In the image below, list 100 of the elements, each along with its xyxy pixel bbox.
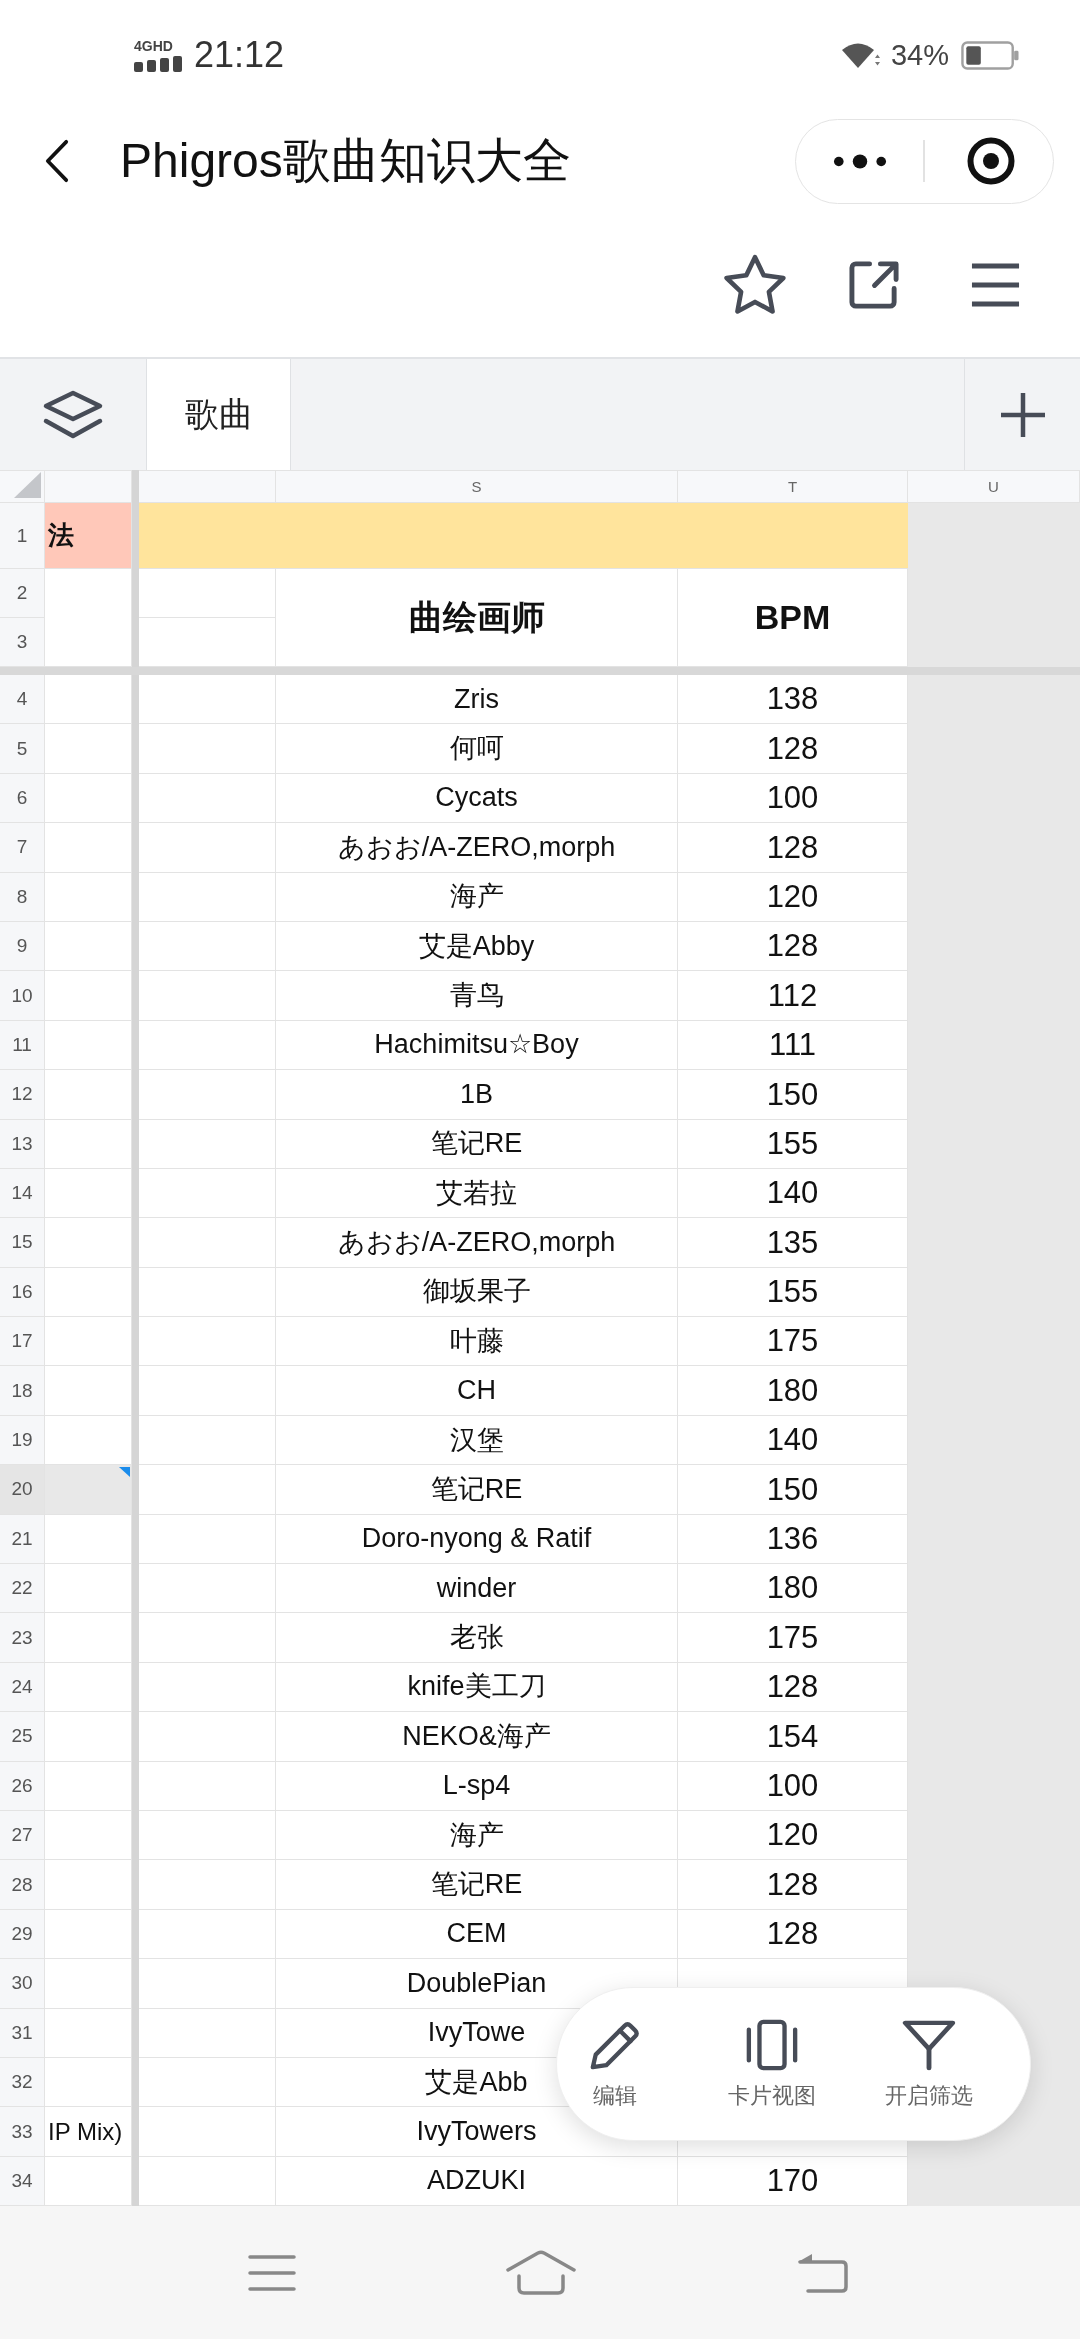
row-header: 11 [0, 1020, 45, 1071]
bpm-value: 175 [766, 1619, 819, 1656]
table-cell: IP Mix) [45, 2107, 132, 2157]
row-header: 32 [0, 2057, 45, 2108]
bpm-value: 128 [766, 829, 819, 866]
signal-icon [134, 54, 182, 72]
illustrator-name: ADZUKI [427, 2165, 526, 2197]
bpm-value: 155 [766, 1125, 819, 1162]
row-header: 26 [0, 1761, 45, 1811]
column-heading: 曲绘画师 [408, 596, 545, 638]
row-header: 2 [0, 569, 45, 618]
filter-button[interactable]: 开启筛选 [879, 2019, 979, 2109]
bpm-value: 100 [766, 780, 819, 816]
illustrator-name: Zris [454, 683, 499, 715]
ring-dot-icon[interactable] [966, 137, 1015, 185]
edit-button[interactable]: 编辑 [565, 2019, 665, 2109]
bpm-value: 138 [766, 681, 819, 717]
row-header: 21 [0, 1514, 45, 1565]
funnel-icon [902, 2019, 956, 2071]
illustrator-name: 汉堡 [449, 1424, 504, 1456]
row-header: 10 [0, 971, 45, 1021]
column-heading: BPM [754, 598, 831, 637]
row-header: 13 [0, 1119, 45, 1169]
row-header: 7 [0, 823, 45, 873]
row-header: 9 [0, 921, 45, 972]
row-header: 12 [0, 1070, 45, 1120]
column-header: T [678, 470, 908, 503]
illustrator-name: 艾若拉 [436, 1177, 517, 1209]
row-header: 17 [0, 1317, 45, 1367]
battery-percentage: 34% [890, 40, 949, 70]
illustrator-name: 叶藤 [449, 1325, 504, 1357]
row-header: 25 [0, 1712, 45, 1762]
bpm-value: 140 [766, 1175, 819, 1211]
home-icon[interactable] [505, 2249, 577, 2296]
row-header: 28 [0, 1860, 45, 1910]
bpm-value: 154 [766, 1718, 819, 1755]
illustrator-name: 1B [460, 1078, 493, 1110]
row-header: 8 [0, 872, 45, 922]
pencil-icon [588, 2019, 642, 2071]
row-header: 31 [0, 2008, 45, 2058]
row-header: 30 [0, 1959, 45, 2009]
bpm-value: 120 [766, 878, 819, 915]
bpm-value: 136 [766, 1521, 819, 1557]
row-header: 24 [0, 1662, 45, 1713]
illustrator-name: IvyTowe [427, 2017, 526, 2049]
bpm-value: 128 [766, 928, 819, 964]
table-cell: 法 [45, 503, 132, 569]
row-header: 15 [0, 1218, 45, 1268]
row-header: 33 [0, 2107, 45, 2157]
illustrator-name: 海产 [449, 1819, 504, 1851]
column-header: U [908, 470, 1080, 503]
chevron-left-icon[interactable] [45, 139, 69, 183]
battery-icon [961, 40, 1019, 70]
illustrator-name: IvyTowers [416, 2116, 537, 2148]
row-header: 29 [0, 1909, 45, 1960]
illustrator-name: あおお/A-ZERO,morph [337, 831, 616, 863]
illustrator-name: winder [436, 1572, 517, 1604]
sheet-tab[interactable]: 歌曲 [146, 359, 291, 470]
page-title: Phigros歌曲知识大全 [120, 133, 572, 190]
row-header: 14 [0, 1168, 45, 1219]
illustrator-name: DoublePian [406, 1967, 547, 1999]
row-header: 34 [0, 2156, 45, 2207]
illustrator-name: 笔记RE [430, 1869, 523, 1901]
bpm-value: 155 [766, 1274, 819, 1310]
row-header: 16 [0, 1267, 45, 1318]
plus-icon[interactable] [998, 390, 1047, 439]
row-header: 19 [0, 1415, 45, 1466]
illustrator-name: 老张 [449, 1622, 504, 1654]
row-header: 6 [0, 773, 45, 824]
row-header: 18 [0, 1366, 45, 1416]
illustrator-name: 御坂果子 [422, 1276, 531, 1308]
illustrator-name: L-sp4 [442, 1770, 511, 1802]
illustrator-name: 艾是Abby [418, 930, 535, 962]
clock-time: 21:12 [194, 37, 285, 73]
menu-icon[interactable] [970, 261, 1021, 308]
illustrator-name: CH [457, 1375, 496, 1407]
illustrator-name: あおお/A-ZERO,morph [337, 1226, 616, 1258]
box-arrow-icon[interactable] [848, 259, 901, 310]
row-header: 4 [0, 675, 45, 725]
row-header: 5 [0, 724, 45, 774]
bpm-value: 100 [766, 1767, 819, 1804]
dots-icon[interactable] [833, 153, 887, 169]
bpm-value: 150 [766, 1471, 819, 1508]
star-icon[interactable] [722, 252, 788, 317]
row-header: 22 [0, 1564, 45, 1614]
illustrator-name: 海产 [449, 881, 504, 913]
row-header: 1 [0, 503, 45, 569]
illustrator-name: knife美工刀 [407, 1671, 546, 1703]
row-header: 20 [0, 1465, 45, 1515]
illustrator-name: 青鸟 [449, 980, 504, 1012]
illustrator-name: 笔记RE [430, 1473, 523, 1505]
bpm-value: 128 [766, 730, 819, 767]
illustrator-name: 笔记RE [430, 1128, 523, 1160]
layers-icon[interactable] [42, 389, 104, 440]
card-view-button[interactable]: 卡片视图 [722, 2019, 822, 2109]
bpm-value: 128 [766, 1669, 819, 1705]
bpm-value: 170 [766, 2163, 819, 2199]
row-header: 27 [0, 1811, 45, 1861]
card-icon [745, 2019, 799, 2071]
illustrator-name: Cycats [435, 782, 518, 814]
